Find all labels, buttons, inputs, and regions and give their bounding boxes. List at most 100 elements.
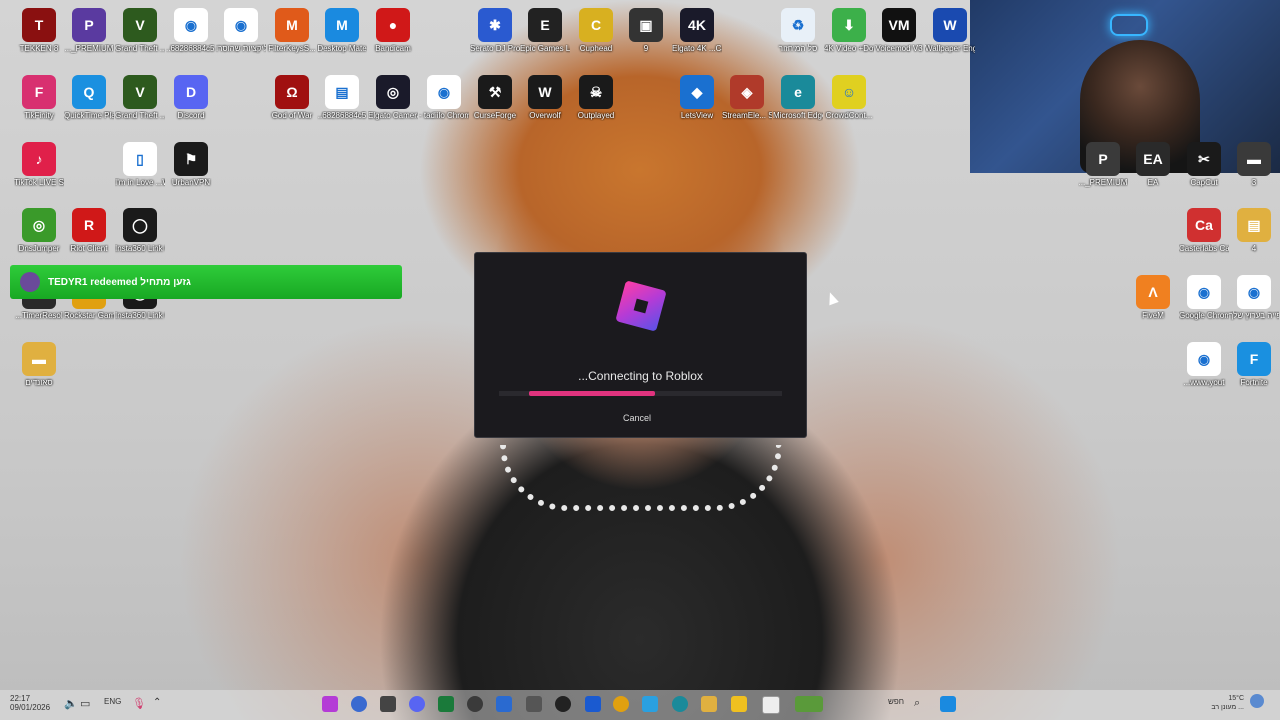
desktop-icon[interactable]: ▯ I'm in Love ...With Your [115,142,165,188]
desktop-icon[interactable]: ◉ ...www.yout [1179,342,1229,388]
desktop-icon[interactable]: ● Bandicam [368,8,418,54]
desktop-icon[interactable]: M FilterKeysS... [267,8,317,54]
desktop-icon[interactable]: ◉ אפליקציות שהוסרו [216,8,266,54]
desktop-icon[interactable]: ⚒ CurseForge [470,75,520,121]
desktop-icon[interactable]: T TEKKEN 8 [14,8,64,54]
desktop-icon[interactable]: ⚑ UrbanVPN [166,142,216,188]
chevron-up-icon[interactable]: ⌃ [153,697,161,713]
app-taskbar-icon[interactable] [438,696,454,712]
desktop-icon[interactable]: F Fortnite [1229,342,1279,388]
desktop-icon[interactable]: Ω God of War [267,75,317,121]
desktop-icon[interactable]: ◯ Insta360 Link Controller [115,208,165,254]
desktop-icon[interactable]: V Grand Theft ...Auto V Le [115,75,165,121]
edge-taskbar-icon[interactable] [672,696,688,712]
desktop-icon[interactable]: Λ FiveM [1128,275,1178,321]
streamdeck-taskbar-icon[interactable] [496,696,512,712]
desktop-icon[interactable]: ✂ CapCut [1179,142,1229,188]
desktop-icon[interactable]: ▬ 3 [1229,142,1279,188]
desktop-icon[interactable]: R Riot Client [64,208,114,254]
obs-taskbar-icon[interactable] [351,696,367,712]
desktop-icon[interactable]: ☠ Outplayed [571,75,621,121]
desktop-icon[interactable]: 4K Elgato 4K ...Captur [672,8,722,54]
desktop-icon[interactable]: F TikFinity [14,75,64,121]
desktop-icon[interactable]: P ..._PREMIUM [1078,142,1128,188]
volume-icon[interactable]: 🔈 [64,697,78,713]
desktop-icon[interactable]: M Desktop Mate [317,8,367,54]
app-icon: EA [1136,142,1170,176]
search-icon[interactable]: ⌕ [914,697,920,713]
desktop-icon[interactable]: ◆ LetsView [672,75,722,121]
wallpaper-necklace [500,445,782,511]
desktop-icon-label: Cuphead [579,44,613,53]
network-icon[interactable]: ▭ [80,697,90,713]
app-icon: ◉ [1237,275,1271,309]
file-explorer-taskbar-icon[interactable] [701,696,717,712]
cancel-button[interactable]: Cancel [623,413,651,423]
desktop-icon[interactable]: ☺ CrowdCont... [824,75,874,121]
desktop-icon-label: UrbanVPN [171,178,211,187]
desktop-icon-label: Outplayed [577,111,615,120]
weather-widget[interactable]: 15°C מעונן רב ... [1200,694,1244,711]
desktop-icon[interactable]: C Cuphead [571,8,621,54]
app-taskbar-icon-2[interactable] [731,696,747,712]
desktop-icon[interactable]: ⬇ 4K Video +Downloader [824,8,874,54]
desktop-icon-label: Microsoft Edge [773,111,823,120]
store-taskbar-icon[interactable] [642,696,658,712]
desktop-icon[interactable]: e Microsoft Edge [773,75,823,121]
desktop-icon[interactable]: Q QuickTime Player [64,75,114,121]
desktop-icon[interactable]: P ..._PREMIUM [64,8,114,54]
desktop-icon[interactable]: ◉ לצפייה בערוץ שלך [1229,275,1279,321]
chrome-taskbar-icon[interactable] [613,696,629,712]
tekken-taskbar-icon[interactable] [380,696,396,712]
desktop-icon[interactable]: Ca Casterlabs Caffeinated [1179,208,1229,254]
clock[interactable]: 22:17 09/01/2026 [10,694,51,712]
windows-start-icon[interactable] [940,696,956,712]
desktop-icon[interactable]: V Grand Theft ...Auto V En [115,8,165,54]
desktop-icon[interactable]: ◎ Elgato Camera Hub [368,75,418,121]
wallpaper-engine-taskbar-icon[interactable] [585,696,601,712]
search-box[interactable]: חפש [888,697,904,713]
desktop-icon[interactable]: ◉ - tadiilo Chrome [419,75,469,121]
desktop-icon[interactable]: E Epic Games Launcher [520,8,570,54]
progress-fill [529,391,655,396]
desktop-icon[interactable]: ◈ StreamEle... SE.Live [722,75,772,121]
desktop-icon-label: 3 [1251,178,1257,187]
desktop-icon[interactable]: VM Voicemod V3 [874,8,924,54]
timer-taskbar-icon[interactable] [467,696,483,712]
task-view-icon[interactable] [762,696,780,714]
desktop-icon[interactable]: ◉ Google Chrome [1179,275,1229,321]
app-icon: ◉ [1187,275,1221,309]
app-icon: W [528,75,562,109]
desktop-icon[interactable]: ◎ DnsJumper [14,208,64,254]
app-icon: ◉ [174,8,208,42]
app-icon: ☠ [579,75,613,109]
desktop-icon[interactable]: D Discord [166,75,216,121]
desktop-icon[interactable]: W Overwolf [520,75,570,121]
microphone-icon[interactable]: 🎙 [132,697,146,713]
discord-taskbar-icon[interactable] [409,696,425,712]
capcut-taskbar-icon[interactable] [526,696,542,712]
chatgpt-taskbar-icon[interactable] [555,696,571,712]
desktop-icon[interactable]: ◉ ..68286884c5 ...עותק [166,8,216,54]
app-icon: ▣ [629,8,663,42]
desktop-icon[interactable]: ▤ ..68286884c5 [317,75,367,121]
app-icon: ◯ [123,208,157,242]
desktop-icon[interactable]: ✱ Serato DJ Pro [470,8,520,54]
roblox-taskbar-icon[interactable] [322,696,338,712]
desktop-icon[interactable]: ▣ 9 [621,8,671,54]
desktop-icon[interactable]: ▬ סאונדים [14,342,64,388]
desktop-icon[interactable]: ♻ סל המיחזור [773,8,823,54]
widget-taskbar-icon[interactable] [795,696,823,712]
desktop-icon[interactable]: ▤ 4 [1229,208,1279,254]
redeem-notification: TEDYR1 redeemed גזען מתחיל [10,265,402,299]
user-avatar [20,272,40,292]
app-icon: ◈ [730,75,764,109]
language-indicator[interactable]: ENG [104,697,121,713]
clock-date: 09/01/2026 [10,703,51,712]
desktop-icon[interactable]: W Wallpaper Engine [925,8,975,54]
desktop-icon[interactable]: ♪ TikTok LIVE Studio [14,142,64,188]
desktop-icon[interactable]: EA EA [1128,142,1178,188]
desktop-icon-label: Elgato 4K ...Captur [672,44,722,53]
notification-icon[interactable] [1250,694,1264,708]
app-icon: ▬ [1237,142,1271,176]
